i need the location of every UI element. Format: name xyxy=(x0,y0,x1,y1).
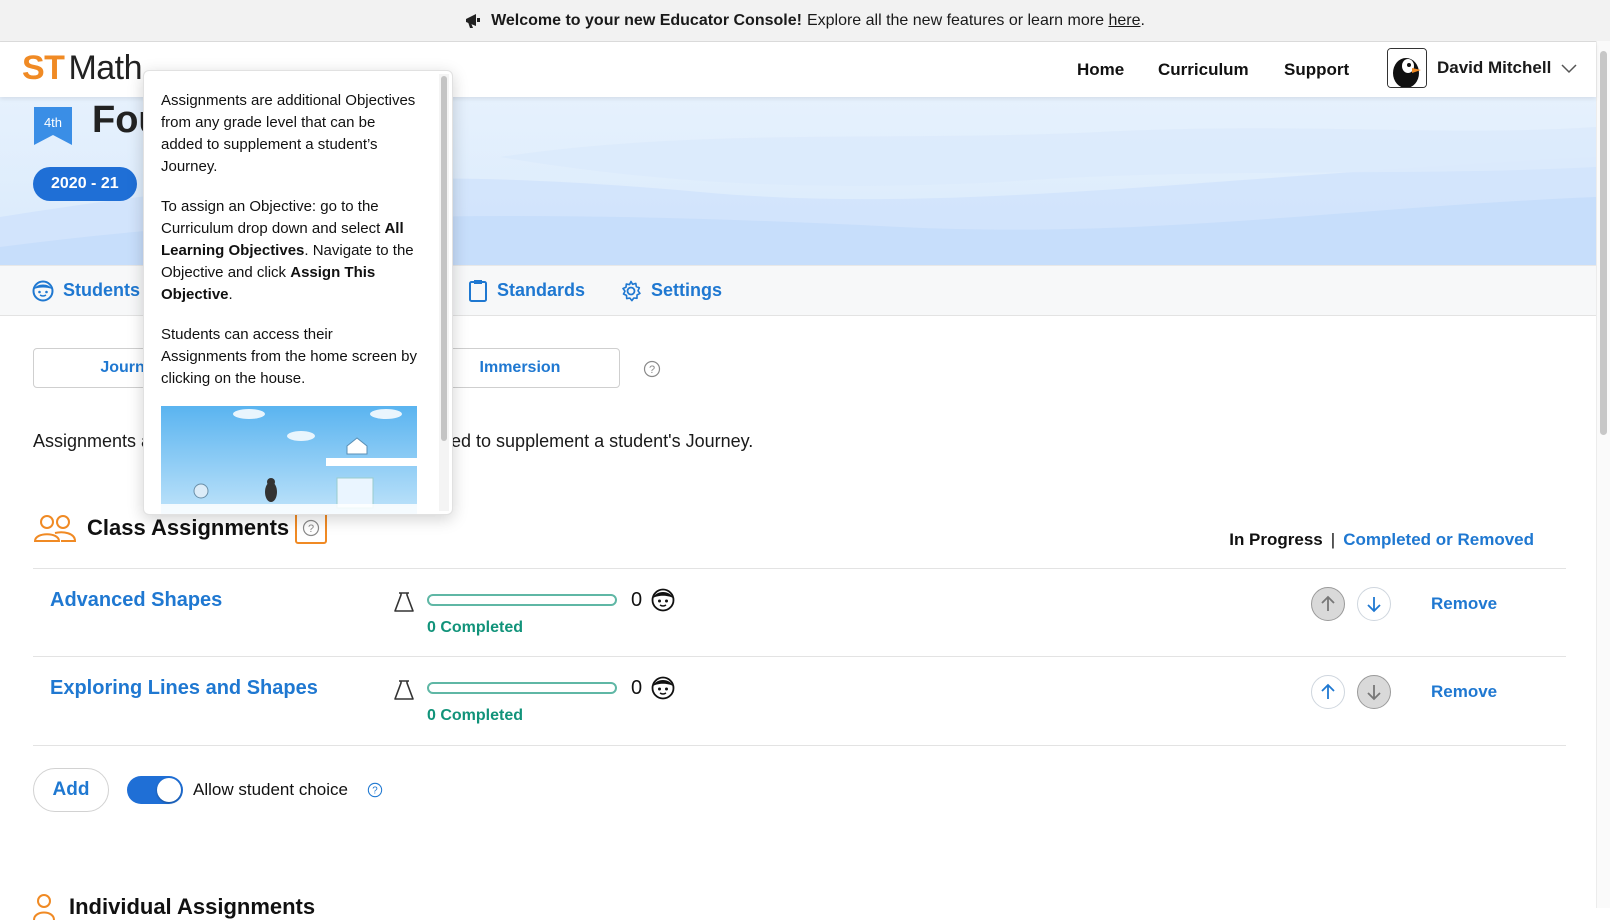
class-assignments-heading: Class Assignments ? xyxy=(33,512,328,544)
page-scrollbar-thumb[interactable] xyxy=(1600,51,1607,435)
popover-scrollbar[interactable] xyxy=(439,74,449,511)
nav-home[interactable]: Home xyxy=(1077,42,1124,97)
school-year-pill[interactable]: 2020 - 21 xyxy=(33,167,137,201)
arrow-down-icon xyxy=(1367,685,1381,701)
grade-badge-label: 4th xyxy=(44,115,62,130)
filter-separator: | xyxy=(1330,530,1336,549)
popover-paragraph-1: Assignments are additional Objectives fr… xyxy=(161,92,416,175)
table-row: Advanced Shapes 0 0 Completed Remove xyxy=(33,568,1566,657)
allow-student-choice-toggle[interactable] xyxy=(127,776,183,804)
move-up-button[interactable] xyxy=(1311,587,1345,621)
arrow-up-icon xyxy=(1321,683,1335,699)
arrow-down-icon xyxy=(1367,597,1381,613)
popover-content: Assignments are additional Objectives fr… xyxy=(161,90,419,408)
completed-count: 0 Completed xyxy=(427,707,524,724)
page-scrollbar[interactable] xyxy=(1596,41,1610,908)
allow-student-choice-label: Allow student choice xyxy=(193,780,348,799)
chevron-down-icon xyxy=(1561,61,1577,79)
move-down-button[interactable] xyxy=(1357,675,1391,709)
individual-assignments-heading: Individual Assignments xyxy=(33,893,315,921)
student-face-icon xyxy=(32,280,54,301)
assignment-name-link[interactable]: Exploring Lines and Shapes xyxy=(50,677,318,700)
user-menu[interactable]: David Mitchell xyxy=(1387,48,1577,88)
popover-scrollbar-thumb[interactable] xyxy=(441,76,447,441)
svg-text:?: ? xyxy=(649,364,655,376)
intro-part-b: ded to supplement a student's Journey. xyxy=(441,431,754,451)
popover-p2-a: To assign an Objective: go to the Curric… xyxy=(161,198,385,237)
flask-icon xyxy=(393,679,415,706)
logo-math: Math xyxy=(68,49,143,87)
question-circle-icon[interactable]: ? xyxy=(367,782,383,803)
assignments-intro: Assignments a ded to supplement a studen… xyxy=(33,431,753,452)
svg-text:?: ? xyxy=(372,786,378,797)
tab-settings-label: Settings xyxy=(651,280,723,300)
game-screenshot-image xyxy=(161,406,417,514)
tab-students-label: Students xyxy=(63,280,141,300)
assignments-help-popover: Assignments are additional Objectives fr… xyxy=(143,70,453,515)
progress-bar xyxy=(427,594,617,606)
toggle-knob xyxy=(157,778,181,802)
completed-count: 0 Completed xyxy=(427,619,524,636)
question-circle-icon: ? xyxy=(303,519,320,537)
popover-paragraph-2: To assign an Objective: go to the Curric… xyxy=(161,196,419,306)
popover-paragraph-3: Students can access their Assignments fr… xyxy=(161,326,417,387)
nav-curriculum[interactable]: Curriculum xyxy=(1158,42,1249,97)
individual-assignments-title: Individual Assignments xyxy=(69,894,316,919)
user-name: David Mitchell xyxy=(1437,58,1552,77)
filter-in-progress[interactable]: In Progress xyxy=(1229,530,1323,549)
avatar xyxy=(1387,48,1427,88)
class-assignments-title: Class Assignments xyxy=(87,515,290,540)
banner-text: Explore all the new features or learn mo… xyxy=(806,11,1104,29)
intro-part-a: Assignments a xyxy=(33,431,152,451)
person-icon xyxy=(33,894,55,921)
assignment-filters: In Progress | Completed or Removed xyxy=(1229,530,1534,550)
arrow-up-icon xyxy=(1321,595,1335,611)
add-assignment-button[interactable]: Add xyxy=(33,768,109,812)
banner-here-link[interactable]: here xyxy=(1108,12,1140,30)
popover-p2-e: . xyxy=(228,286,233,303)
megaphone-icon xyxy=(465,13,483,29)
tab-standards-label: Standards xyxy=(497,280,586,300)
penguin-icon xyxy=(1388,49,1426,87)
grade-badge: 4th xyxy=(34,107,72,150)
group-people-icon xyxy=(33,515,77,542)
table-row: Exploring Lines and Shapes 0 0 Completed… xyxy=(33,656,1566,746)
tab-settings[interactable]: Settings xyxy=(620,266,722,315)
nav-support[interactable]: Support xyxy=(1284,42,1349,97)
st-math-logo[interactable]: ST Math xyxy=(22,49,143,88)
flask-icon xyxy=(393,591,415,618)
gear-icon xyxy=(622,280,641,301)
announcement-banner: Welcome to your new Educator Console! Ex… xyxy=(0,0,1610,42)
question-circle-icon[interactable]: ? xyxy=(643,360,661,383)
remove-button[interactable]: Remove xyxy=(1431,682,1497,702)
student-face-icon xyxy=(651,588,675,617)
svg-text:?: ? xyxy=(308,523,314,535)
banner-period: . xyxy=(1140,11,1145,29)
move-down-button[interactable] xyxy=(1357,587,1391,621)
remove-button[interactable]: Remove xyxy=(1431,594,1497,614)
progress-bar xyxy=(427,682,617,694)
assignment-name-link[interactable]: Advanced Shapes xyxy=(50,589,222,612)
move-up-button[interactable] xyxy=(1311,675,1345,709)
student-face-icon xyxy=(651,676,675,705)
clipboard-icon xyxy=(469,279,487,302)
class-assignments-help-button[interactable]: ? xyxy=(295,512,328,544)
filter-completed-removed[interactable]: Completed or Removed xyxy=(1343,530,1534,549)
banner-bold-text: Welcome to your new Educator Console! xyxy=(491,11,802,29)
student-count: 0 xyxy=(631,589,643,611)
logo-st: ST xyxy=(22,49,65,87)
tab-students[interactable]: Students xyxy=(32,266,140,315)
tab-standards[interactable]: Standards xyxy=(468,266,585,315)
student-count: 0 xyxy=(631,677,643,699)
